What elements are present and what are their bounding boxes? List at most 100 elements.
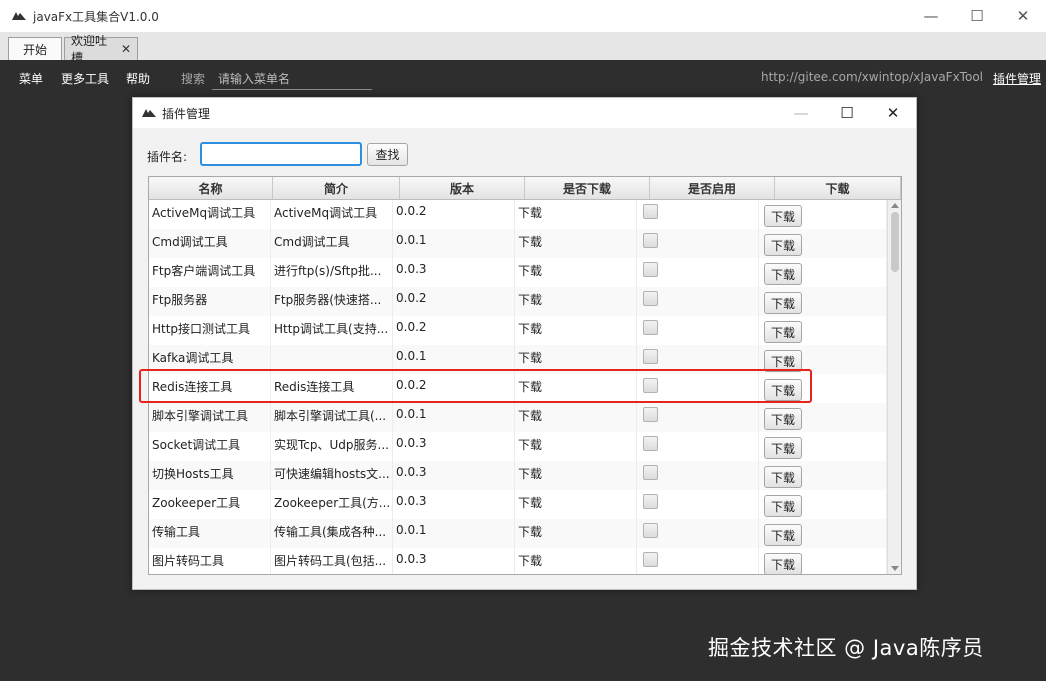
plugin-enabled-cell [637, 229, 759, 258]
plugin-downloaded-cell: 下载 [515, 374, 637, 403]
tab-feedback[interactable]: 欢迎吐槽 ✕ [64, 34, 138, 65]
plugin-version-cell: 0.0.3 [393, 490, 515, 519]
plugin-download-cell: 下载 [759, 374, 887, 403]
table-row[interactable]: Cmd调试工具 Cmd调试工具 0.0.1 下载 下载 [149, 229, 887, 258]
column-header-version[interactable]: 版本 [400, 177, 525, 199]
download-button[interactable]: 下载 [764, 234, 802, 256]
enabled-checkbox[interactable] [643, 436, 658, 451]
download-button[interactable]: 下载 [764, 466, 802, 488]
project-url-link[interactable]: http://gitee.com/xwintop/xJavaFxTool [761, 70, 983, 84]
dialog-maximize-button[interactable]: ☐ [824, 98, 870, 128]
menu-item-menu[interactable]: 菜单 [19, 70, 43, 87]
download-button[interactable]: 下载 [764, 292, 802, 314]
enabled-checkbox[interactable] [643, 291, 658, 306]
column-header-name[interactable]: 名称 [149, 177, 273, 199]
table-row[interactable]: Redis连接工具 Redis连接工具 0.0.2 下载 下载 [149, 374, 887, 403]
plugin-download-cell: 下载 [759, 316, 887, 345]
download-button[interactable]: 下载 [764, 321, 802, 343]
enabled-checkbox[interactable] [643, 262, 658, 277]
table-row[interactable]: Kafka调试工具 0.0.1 下载 下载 [149, 345, 887, 374]
maximize-button[interactable]: ☐ [954, 0, 1000, 32]
plugin-downloaded-cell: 下载 [515, 287, 637, 316]
download-button[interactable]: 下载 [764, 379, 802, 401]
column-header-enabled[interactable]: 是否启用 [650, 177, 775, 199]
close-button[interactable]: ✕ [1000, 0, 1046, 32]
menu-search-input[interactable] [212, 68, 372, 90]
plugin-name-cell: Http接口测试工具 [149, 316, 271, 345]
column-header-downloaded[interactable]: 是否下载 [525, 177, 650, 199]
plugin-version-cell: 0.0.2 [393, 374, 515, 403]
tab-close-icon[interactable]: ✕ [121, 42, 131, 56]
enabled-checkbox[interactable] [643, 523, 658, 538]
enabled-checkbox[interactable] [643, 233, 658, 248]
plugin-name-cell: Kafka调试工具 [149, 345, 271, 374]
table-row[interactable]: 图片转码工具 图片转码工具(包括... 0.0.3 下载 下载 [149, 548, 887, 574]
plugin-description-cell: Cmd调试工具 [271, 229, 393, 258]
column-header-download[interactable]: 下载 [775, 177, 901, 199]
download-button[interactable]: 下载 [764, 495, 802, 517]
find-button[interactable]: 查找 [367, 143, 408, 166]
table-row[interactable]: Socket调试工具 实现Tcp、Udp服务... 0.0.3 下载 下载 [149, 432, 887, 461]
scroll-down-icon[interactable] [891, 566, 899, 571]
enabled-checkbox[interactable] [643, 349, 658, 364]
table-scrollbar[interactable] [887, 200, 901, 574]
table-row[interactable]: Ftp服务器 Ftp服务器(快速搭... 0.0.2 下载 下载 [149, 287, 887, 316]
table-row[interactable]: 切换Hosts工具 可快速编辑hosts文... 0.0.3 下载 下载 [149, 461, 887, 490]
table-row[interactable]: Zookeeper工具 Zookeeper工具(方... 0.0.3 下载 下载 [149, 490, 887, 519]
plugin-name-cell: 脚本引擎调试工具 [149, 403, 271, 432]
plugin-version-cell: 0.0.1 [393, 345, 515, 374]
download-button[interactable]: 下载 [764, 437, 802, 459]
app-logo-icon [12, 12, 26, 20]
plugin-download-cell: 下载 [759, 345, 887, 374]
table-row[interactable]: Ftp客户端调试工具 进行ftp(s)/Sftp批... 0.0.3 下载 下载 [149, 258, 887, 287]
plugin-downloaded-cell: 下载 [515, 461, 637, 490]
dialog-minimize-button[interactable]: — [778, 98, 824, 128]
enabled-checkbox[interactable] [643, 407, 658, 422]
plugin-download-cell: 下载 [759, 461, 887, 490]
dialog-close-button[interactable]: ✕ [870, 98, 916, 128]
plugin-downloaded-cell: 下载 [515, 432, 637, 461]
plugin-downloaded-cell: 下载 [515, 316, 637, 345]
plugin-name-input[interactable] [200, 142, 362, 166]
plugin-version-cell: 0.0.3 [393, 432, 515, 461]
scrollbar-thumb[interactable] [891, 212, 899, 272]
plugin-description-cell: Ftp服务器(快速搭... [271, 287, 393, 316]
plugin-table: 名称 简介 版本 是否下载 是否启用 下载 ActiveMq调试工具 Active… [148, 176, 902, 575]
minimize-button[interactable]: — [908, 0, 954, 32]
plugin-enabled-cell [637, 461, 759, 490]
plugin-download-cell: 下载 [759, 403, 887, 432]
table-row[interactable]: ActiveMq调试工具 ActiveMq调试工具 0.0.2 下载 下载 [149, 200, 887, 229]
plugin-manager-link[interactable]: 插件管理 [993, 70, 1041, 87]
plugin-enabled-cell [637, 200, 759, 229]
table-row[interactable]: 传输工具 传输工具(集成各种... 0.0.1 下载 下载 [149, 519, 887, 548]
download-button[interactable]: 下载 [764, 263, 802, 285]
search-label: 搜索 [181, 72, 206, 86]
download-button[interactable]: 下载 [764, 553, 802, 574]
table-row[interactable]: 脚本引擎调试工具 脚本引擎调试工具(... 0.0.1 下载 下载 [149, 403, 887, 432]
plugin-enabled-cell [637, 374, 759, 403]
menu-item-help[interactable]: 帮助 [126, 70, 150, 87]
window-title: javaFx工具集合V1.0.0 [33, 9, 159, 24]
download-button[interactable]: 下载 [764, 408, 802, 430]
enabled-checkbox[interactable] [643, 494, 658, 509]
menu-item-more-tools[interactable]: 更多工具 [61, 70, 109, 87]
watermark: 掘金技术社区 @ Java陈序员 [708, 636, 984, 660]
tab-start[interactable]: 开始 [8, 37, 62, 60]
column-header-description[interactable]: 简介 [273, 177, 400, 199]
plugin-enabled-cell [637, 258, 759, 287]
download-button[interactable]: 下载 [764, 524, 802, 546]
plugin-description-cell: Http调试工具(支持... [271, 316, 393, 345]
download-button[interactable]: 下载 [764, 350, 802, 372]
enabled-checkbox[interactable] [643, 552, 658, 567]
enabled-checkbox[interactable] [643, 320, 658, 335]
scroll-up-icon[interactable] [891, 203, 899, 208]
plugin-enabled-cell [637, 316, 759, 345]
plugin-name-cell: 切换Hosts工具 [149, 461, 271, 490]
plugin-download-cell: 下载 [759, 432, 887, 461]
enabled-checkbox[interactable] [643, 378, 658, 393]
enabled-checkbox[interactable] [643, 465, 658, 480]
plugin-download-cell: 下载 [759, 490, 887, 519]
download-button[interactable]: 下载 [764, 205, 802, 227]
enabled-checkbox[interactable] [643, 204, 658, 219]
table-row[interactable]: Http接口测试工具 Http调试工具(支持... 0.0.2 下载 下载 [149, 316, 887, 345]
